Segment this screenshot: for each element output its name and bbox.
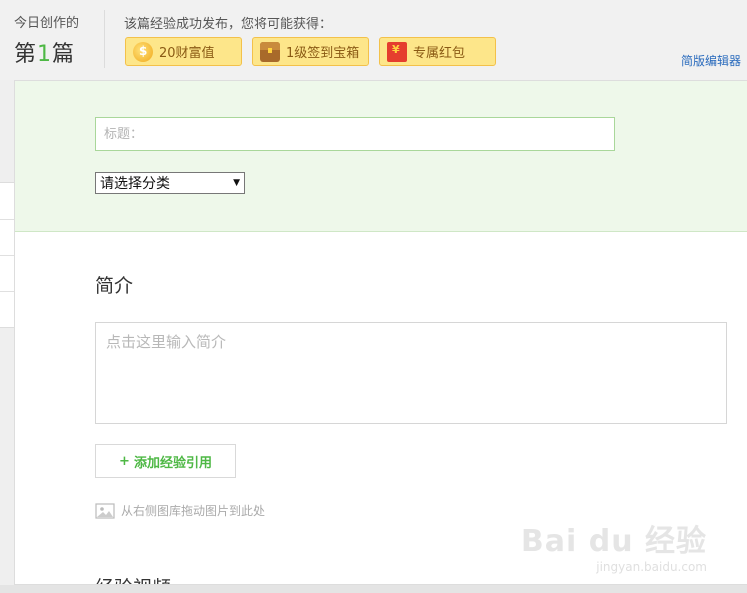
editor-panel: 请选择分类 ▼ 简介 + 添加经验引用 从右侧图库拖动图片到此处 经验视频 Ba… — [14, 80, 747, 585]
today-prefix: 第 — [14, 42, 38, 67]
category-select[interactable]: 请选择分类 ▼ — [95, 172, 245, 194]
top-bar: 今日创作的 第1篇 该篇经验成功发布，您将可能获得： 20财富值 1级签到宝箱 … — [0, 0, 747, 80]
dropdown-arrow-icon: ▼ — [233, 178, 240, 188]
title-input[interactable] — [95, 117, 615, 151]
reward-badge-chest: 1级签到宝箱 — [252, 37, 369, 66]
category-selected-value: 请选择分类 — [100, 176, 170, 192]
intro-heading: 简介 — [95, 275, 134, 297]
watermark-url: jingyan.baidu.com — [596, 560, 707, 574]
reward-badge-wealth: 20财富值 — [125, 37, 242, 66]
drag-hint-text: 从右侧图库拖动图片到此处 — [121, 504, 266, 518]
today-suffix: 篇 — [52, 42, 76, 67]
plus-icon: + — [119, 453, 130, 469]
reward-label: 专属红包 — [413, 46, 466, 61]
today-number: 1 — [37, 42, 53, 67]
drag-image-hint: 从右侧图库拖动图片到此处 — [95, 502, 265, 519]
red-envelope-icon — [387, 41, 407, 62]
left-side-strip — [0, 182, 14, 328]
image-icon — [95, 502, 115, 519]
baidu-jingyan-watermark: Bai du 经验 jingyan.baidu.com — [521, 516, 707, 574]
watermark-logo: Bai du 经验 — [520, 524, 707, 559]
treasure-chest-icon — [260, 41, 280, 62]
title-section: 请选择分类 ▼ — [15, 81, 747, 232]
today-label: 今日创作的 — [14, 16, 80, 31]
coin-icon — [133, 41, 153, 62]
add-reference-label: 添加经验引用 — [133, 455, 212, 471]
strip-divider — [0, 291, 14, 292]
reward-title: 该篇经验成功发布，您将可能获得： — [124, 17, 333, 32]
simple-editor-link[interactable]: 简版编辑器 — [681, 52, 741, 69]
today-count: 第1篇 — [14, 36, 75, 68]
reward-label: 1级签到宝箱 — [286, 46, 360, 61]
reward-badge-envelope: 专属红包 — [379, 37, 496, 66]
add-reference-button[interactable]: + 添加经验引用 — [95, 444, 236, 478]
reward-label: 20财富值 — [159, 46, 215, 61]
bottom-bar — [0, 585, 747, 593]
strip-divider — [0, 219, 14, 220]
video-heading: 经验视频 — [95, 573, 171, 584]
intro-textarea[interactable] — [95, 322, 727, 424]
header-divider — [104, 10, 105, 68]
strip-divider — [0, 255, 14, 256]
